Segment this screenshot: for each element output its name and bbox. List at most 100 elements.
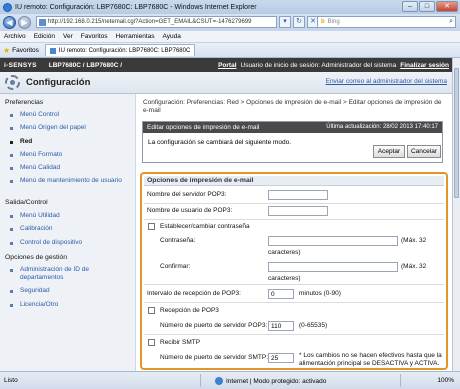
sidebar-item-red[interactable]: Red <box>10 138 132 146</box>
globe-icon <box>215 377 223 385</box>
pop3-server-input[interactable] <box>268 190 328 200</box>
confirm-hint-2: caracteres) <box>268 275 301 282</box>
sidebar-item-menu-formato[interactable]: Menú Formato <box>10 151 132 159</box>
menu-ayuda[interactable]: Ayuda <box>163 33 181 40</box>
sidebar-item-origen-papel[interactable]: Menú Origen del papel <box>10 124 132 132</box>
receive-pop3-checkbox[interactable] <box>148 307 155 314</box>
password-input[interactable] <box>268 236 398 246</box>
bullet-icon <box>10 180 13 183</box>
logout-link[interactable]: Finalizar sesión <box>400 62 449 69</box>
sidebar-item-label: Calibración <box>20 225 53 232</box>
maximize-button[interactable]: □ <box>419 1 435 12</box>
page-icon <box>39 18 46 26</box>
sidebar-item-utilidad[interactable]: Menú Utilidad <box>10 212 132 220</box>
receive-smtp-label: Recibir SMTP <box>160 339 201 346</box>
brand-label: i-SENSYS <box>4 61 37 69</box>
model-label: LBP7680C / LBP7680C / <box>48 61 123 69</box>
sidebar-item-menu-calidad[interactable]: Menú Calidad <box>10 164 132 172</box>
breadcrumb: Configuración: Preferencias: Red > Opcio… <box>143 99 442 114</box>
confirm-input[interactable] <box>268 262 398 272</box>
address-bar[interactable]: http://192.168.0.215/netemail.cgi?Action… <box>36 16 277 28</box>
sidebar-item-seguridad[interactable]: Seguridad <box>10 287 132 295</box>
favorites-row: ★ Favoritos IU remoto: Configuración: LB… <box>0 43 460 58</box>
pop3-user-label: Nombre de usuario de POP3: <box>147 207 233 214</box>
sidebar-item-label: Licencia/Otro <box>20 301 59 308</box>
divider <box>400 374 401 387</box>
pop3-port-input[interactable] <box>268 321 294 331</box>
divider <box>144 334 444 335</box>
sidebar-item-label: Menú Formato <box>20 151 63 158</box>
search-box[interactable]: b Bing ⌕ <box>317 16 456 28</box>
tab-page-icon <box>49 47 56 54</box>
address-url: http://192.168.0.215/netemail.cgi?Action… <box>48 19 252 25</box>
menu-archivo[interactable]: Archivo <box>4 33 26 40</box>
pop3-user-input[interactable] <box>268 206 328 216</box>
confirm-label: Confirmar: <box>160 263 191 270</box>
divider <box>144 284 444 285</box>
accept-button[interactable]: Aceptar <box>373 145 405 158</box>
restart-note: * Los cambios no se hacen efectivos hast… <box>299 352 442 367</box>
sidebar-item-label: Control de dispositivo <box>20 239 83 246</box>
vertical-scrollbar[interactable] <box>453 58 460 371</box>
browser-tab[interactable]: IU remoto: Configuración: LBP7680C: LBP7… <box>44 44 196 56</box>
forward-button[interactable]: ▶ <box>18 16 31 29</box>
minimize-button[interactable]: – <box>402 1 418 12</box>
sidebar-item-licencia[interactable]: Licencia/Otro <box>10 301 132 309</box>
bullet-icon <box>10 269 13 272</box>
favorites-label: Favoritos <box>12 46 39 54</box>
zone-label: Internet | Modo protegido: activado <box>226 377 327 385</box>
sidebar-item-label: Menú Calidad <box>20 164 61 171</box>
status-text: Listo <box>4 377 18 384</box>
menu-edicion[interactable]: Edición <box>34 33 55 40</box>
scrollbar-thumb[interactable] <box>454 68 459 198</box>
mail-admin-link[interactable]: Enviar correo al administrador del siste… <box>326 78 447 85</box>
refresh-icon[interactable]: ↻ <box>293 16 305 28</box>
edit-panel: Editar opciones de impresión de e-mail Ú… <box>142 121 443 163</box>
options-header: Opciones de impresión de e-mail <box>144 176 444 186</box>
search-icon[interactable]: ⌕ <box>449 18 453 26</box>
bullet-icon <box>10 304 13 307</box>
password-hint-2: caracteres) <box>268 249 301 256</box>
dropdown-icon[interactable]: ▾ <box>279 16 291 28</box>
sidebar-item-menu-control[interactable]: Menú Control <box>10 111 132 119</box>
change-message: La configuración se cambiará del siguien… <box>148 139 292 146</box>
sidebar-heading-gestion: Opciones de gestión <box>5 254 67 261</box>
portal-link[interactable]: Portal <box>218 62 236 69</box>
smtp-port-input[interactable] <box>268 353 294 363</box>
set-password-checkbox[interactable] <box>148 223 155 230</box>
sidebar-item-label: Red <box>20 138 33 145</box>
security-zone[interactable]: Internet | Modo protegido: activado <box>215 377 326 385</box>
sidebar-item-id-departamentos[interactable]: Administración de ID de departamentos <box>10 266 132 282</box>
sidebar-item-calibracion[interactable]: Calibración <box>10 225 132 233</box>
pop3-server-label: Nombre del servidor POP3: <box>147 191 227 198</box>
search-placeholder: Bing <box>327 19 340 25</box>
bing-icon: b <box>321 19 325 25</box>
interval-input[interactable] <box>268 289 294 299</box>
back-button[interactable]: ◀ <box>3 16 16 29</box>
password-hint: (Máx. 32 <box>401 237 427 244</box>
zoom-level[interactable]: 100% <box>437 377 454 384</box>
sidebar-item-label: Menú Control <box>20 111 60 118</box>
pop3-port-range: (0-65535) <box>299 322 328 329</box>
sidebar-item-label: Seguridad <box>20 287 50 294</box>
close-button[interactable]: ✕ <box>436 1 458 12</box>
sidebar-item-mantenimiento[interactable]: Menú de mantenimiento de usuario <box>10 177 132 185</box>
set-password-label: Establecer/cambiar contraseña <box>160 223 250 230</box>
window-controls: – □ ✕ <box>402 1 458 12</box>
sidebar-item-control-dispositivo[interactable]: Control de dispositivo <box>10 239 132 247</box>
smtp-port-label: Número de puerto de servidor SMTP: <box>160 354 269 361</box>
email-options-panel: Opciones de impresión de e-mail Nombre d… <box>140 172 448 370</box>
cancel-button[interactable]: Cancelar <box>407 145 441 158</box>
divider <box>144 219 444 220</box>
bullet-icon <box>10 228 13 231</box>
sidebar-item-label: Menú Origen del papel <box>20 124 86 131</box>
last-update: Última actualización: 28/02 2013 17:40:1… <box>326 124 438 130</box>
menu-favoritos[interactable]: Favoritos <box>81 33 108 40</box>
receive-smtp-checkbox[interactable] <box>148 339 155 346</box>
menu-ver[interactable]: Ver <box>63 33 73 40</box>
sidebar-heading-preferencias: Preferencias <box>5 99 44 106</box>
favorites-button[interactable]: ★ Favoritos <box>3 46 39 55</box>
menu-herramientas[interactable]: Herramientas <box>116 33 155 40</box>
edit-panel-header: Editar opciones de impresión de e-mail Ú… <box>143 122 442 133</box>
divider <box>200 374 201 387</box>
